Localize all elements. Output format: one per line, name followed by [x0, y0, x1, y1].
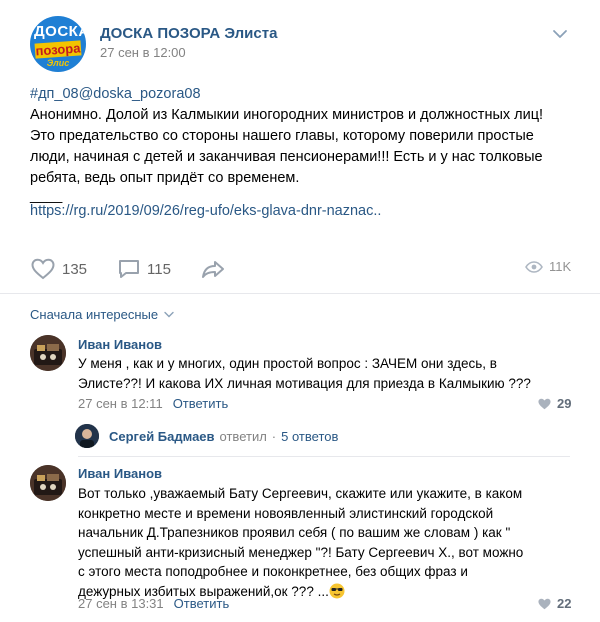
comments-sort-dropdown[interactable]: Сначала интересные	[30, 307, 174, 322]
avatar-image	[75, 424, 99, 448]
comment-text-line: успешный анти-кризисный менеджер "?! Бат…	[78, 544, 524, 560]
comment-text: Вот только ,уважаемый Бату Сергеевич, ск…	[78, 484, 523, 601]
avatar[interactable]	[30, 335, 66, 371]
comment-text-line: Элисте??! И какова ИХ личная мотивация д…	[78, 375, 531, 391]
chevron-down-icon[interactable]	[552, 28, 568, 40]
wall-post: ДОСКА позора Элис ДОСКА ПОЗОРА Элиста 27…	[0, 0, 600, 622]
comment-author[interactable]: Иван Иванов	[78, 337, 162, 352]
reply-button[interactable]: Ответить	[174, 596, 230, 611]
sunglasses-emoji-icon	[329, 583, 345, 598]
separator-dot: ·	[271, 428, 277, 444]
comment-text-line: конкретно месте и времени новоявленный э…	[78, 505, 494, 521]
heart-icon	[31, 258, 55, 280]
replies-thread-link[interactable]: Сергей Бадмаев ответил · 5 ответов	[75, 424, 338, 448]
replies-count: 5 ответов	[281, 428, 339, 444]
comment-date[interactable]: 27 сен в 12:11	[78, 396, 163, 411]
group-name-link[interactable]: ДОСКА ПОЗОРА Элиста	[100, 25, 277, 42]
group-avatar[interactable]: ДОСКА позора Элис	[30, 16, 86, 72]
reply-verb: ответил	[219, 428, 267, 444]
post-text-line: Анонимно. Долой из Калмыкии иногородних …	[30, 107, 544, 123]
comment-date[interactable]: 27 сен в 13:31	[78, 596, 164, 611]
share-button[interactable]	[200, 257, 226, 281]
comment-like-button[interactable]: 29	[537, 396, 571, 411]
reply-author: Сергей Бадмаев	[109, 428, 215, 444]
eye-icon	[525, 260, 543, 273]
post-date[interactable]: 27 сен в 12:00	[100, 45, 186, 60]
comment-like-count: 29	[557, 396, 572, 411]
comment-meta: 27 сен в 13:31 Ответить	[78, 596, 229, 611]
sort-label: Сначала интересные	[30, 307, 159, 322]
divider	[0, 293, 600, 294]
comment-meta: 27 сен в 12:11 Ответить	[78, 396, 228, 411]
comment-count: 115	[147, 260, 171, 278]
comment-text-line: начальник Д.Трапезников проявил себя ( п…	[78, 525, 511, 540]
heart-icon	[538, 598, 551, 609]
comment-like-button[interactable]: 22	[537, 596, 571, 611]
like-count: 135	[62, 260, 88, 278]
post-external-link[interactable]: https://rg.ru/2019/09/26/reg-ufo/eks-gla…	[30, 203, 381, 219]
avatar[interactable]	[30, 465, 66, 501]
like-button[interactable]: 135	[30, 257, 87, 281]
divider	[78, 456, 570, 457]
chevron-down-icon	[164, 311, 174, 318]
avatar-logo-top: ДОСКА	[34, 23, 86, 40]
views-count: 11K	[549, 259, 572, 274]
share-icon	[202, 261, 224, 278]
comment-text-line: У меня , как и у многих, один простой во…	[78, 356, 497, 371]
avatar-logo-bot: Элис	[46, 58, 70, 68]
post-text: #дп_08@doska_pozora08 Анонимно. Долой из…	[30, 84, 570, 203]
reply-avatar	[75, 424, 99, 448]
comment-text-line: с этого места поподробнее и поконкретнее…	[78, 564, 468, 579]
reply-button[interactable]: Ответить	[173, 396, 229, 411]
post-text-line: люди, начиная с детей и заканчивая пенси…	[30, 149, 543, 165]
comment-button[interactable]: 115	[117, 257, 171, 281]
comment-text: У меня , как и у многих, один простой во…	[78, 354, 531, 393]
post-text-line: ____	[30, 188, 63, 204]
post-hashtag[interactable]: #дп_08@doska_pozora08	[30, 84, 570, 105]
post-text-line: ребята, ведь опыт придёт со временем.	[30, 170, 300, 186]
comment-author[interactable]: Иван Иванов	[78, 466, 162, 481]
avatar-image	[30, 335, 66, 371]
heart-icon	[538, 398, 551, 409]
views-counter: 11K	[525, 259, 571, 274]
comment-text-line: Вот только ,уважаемый Бату Сергеевич, ск…	[78, 486, 523, 501]
avatar-logo-mid: позора	[34, 40, 82, 59]
comment-like-count: 22	[557, 596, 572, 611]
post-text-line: Это предательство со стороны нашего глав…	[30, 128, 534, 144]
avatar-image	[30, 465, 66, 501]
comment-icon	[119, 260, 139, 278]
